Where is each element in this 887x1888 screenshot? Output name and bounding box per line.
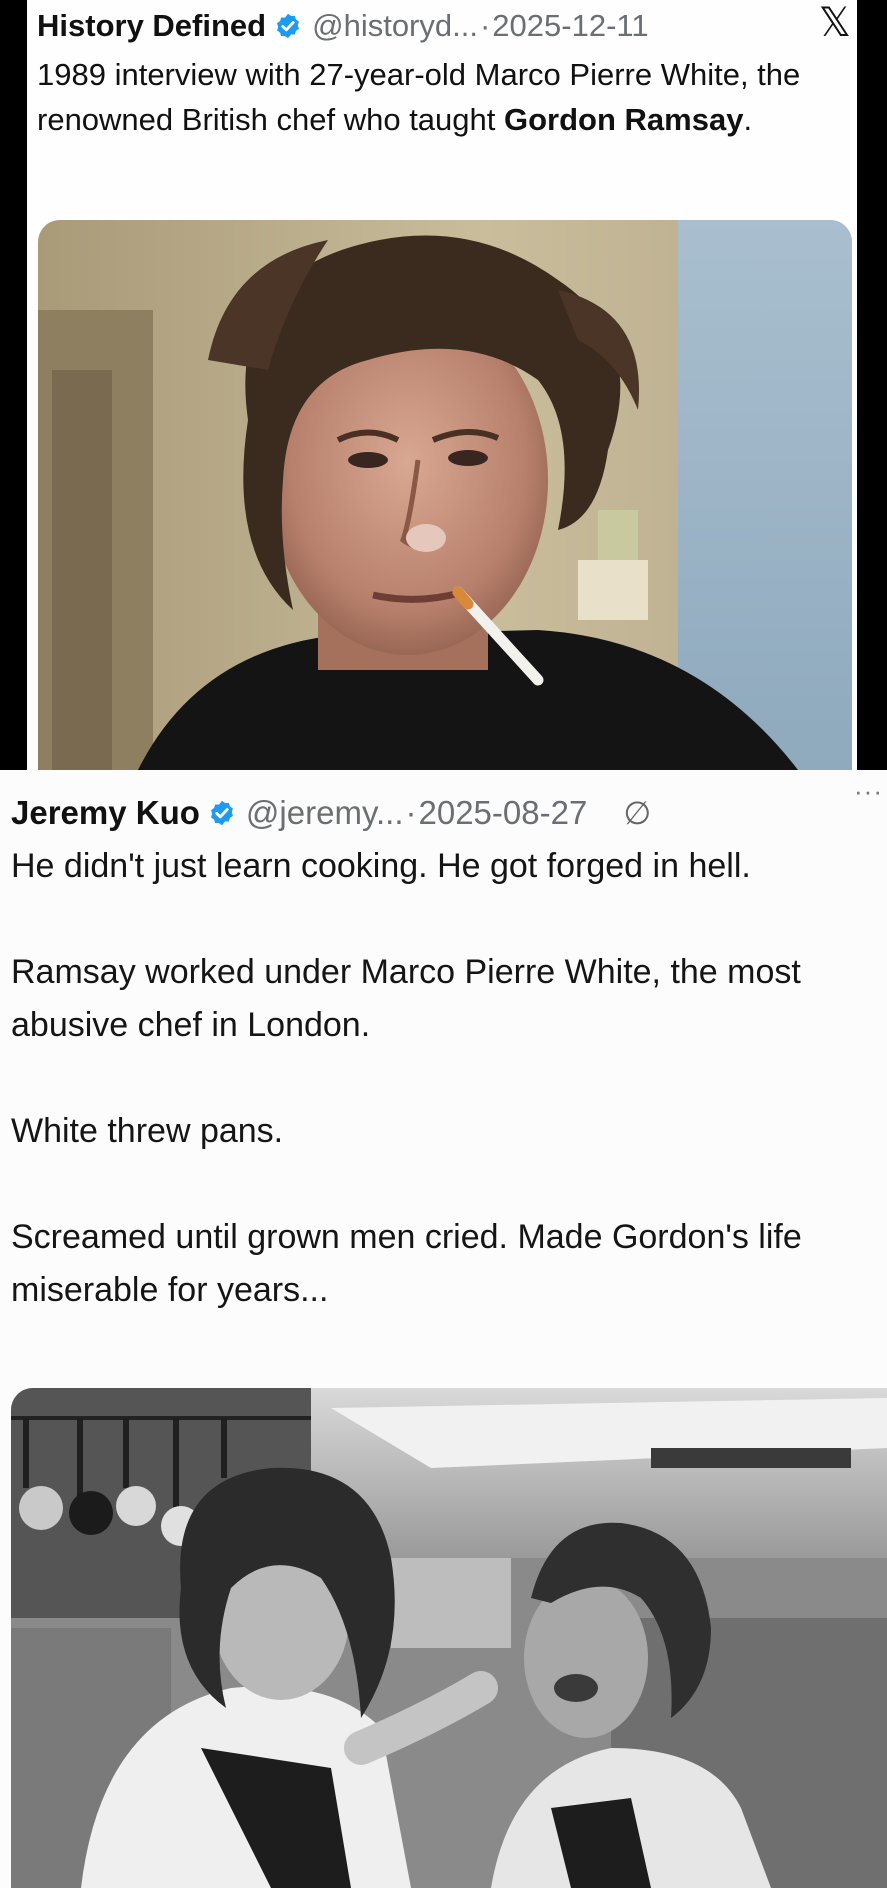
tweet-text-end: . (743, 102, 753, 137)
display-name[interactable]: History Defined (37, 8, 266, 44)
tweet-jeremy-kuo[interactable]: Jeremy Kuo @jeremy... · 2025-08-27 ∅ ···… (0, 770, 887, 1888)
tweet-header: Jeremy Kuo @jeremy... · 2025-08-27 ∅ (11, 788, 887, 838)
tweet-paragraph: He didn't just learn cooking. He got for… (11, 847, 751, 885)
separator: · (479, 8, 491, 43)
verified-badge-icon (277, 13, 300, 39)
tweet-paragraph: Ramsay worked under Marco Pierre White, … (11, 953, 801, 1044)
handle[interactable]: @historyd... (312, 8, 478, 44)
x-logo-icon: 𝕏 (818, 0, 851, 46)
tweet-text: He didn't just learn cooking. He got for… (11, 840, 871, 1317)
tweet-header: History Defined @historyd... · 2025-12-1… (37, 4, 849, 48)
tweet-image-kitchen[interactable] (11, 1388, 887, 1888)
tweet-image-portrait[interactable] (38, 220, 852, 770)
post-date[interactable]: 2025-12-11 (492, 8, 648, 44)
tweet-text: 1989 interview with 27-year-old Marco Pi… (37, 52, 837, 142)
tweet-history-defined[interactable]: History Defined @historyd... · 2025-12-1… (27, 0, 857, 770)
kitchen-illustration (11, 1388, 887, 1888)
portrait-illustration (38, 220, 852, 770)
verified-badge-icon (210, 800, 233, 826)
display-name[interactable]: Jeremy Kuo (11, 794, 200, 832)
separator: · (405, 794, 417, 831)
tweet-paragraph: Screamed until grown men cried. Made Gor… (11, 1218, 802, 1309)
more-options-icon[interactable]: ··· (854, 776, 883, 807)
tweet-paragraph: White threw pans. (11, 1112, 284, 1150)
tweet-text-mention: Gordon Ramsay (504, 102, 744, 137)
post-date[interactable]: 2025-08-27 (419, 794, 588, 832)
grok-icon[interactable]: ∅ (623, 794, 651, 832)
handle[interactable]: @jeremy... (246, 794, 404, 832)
